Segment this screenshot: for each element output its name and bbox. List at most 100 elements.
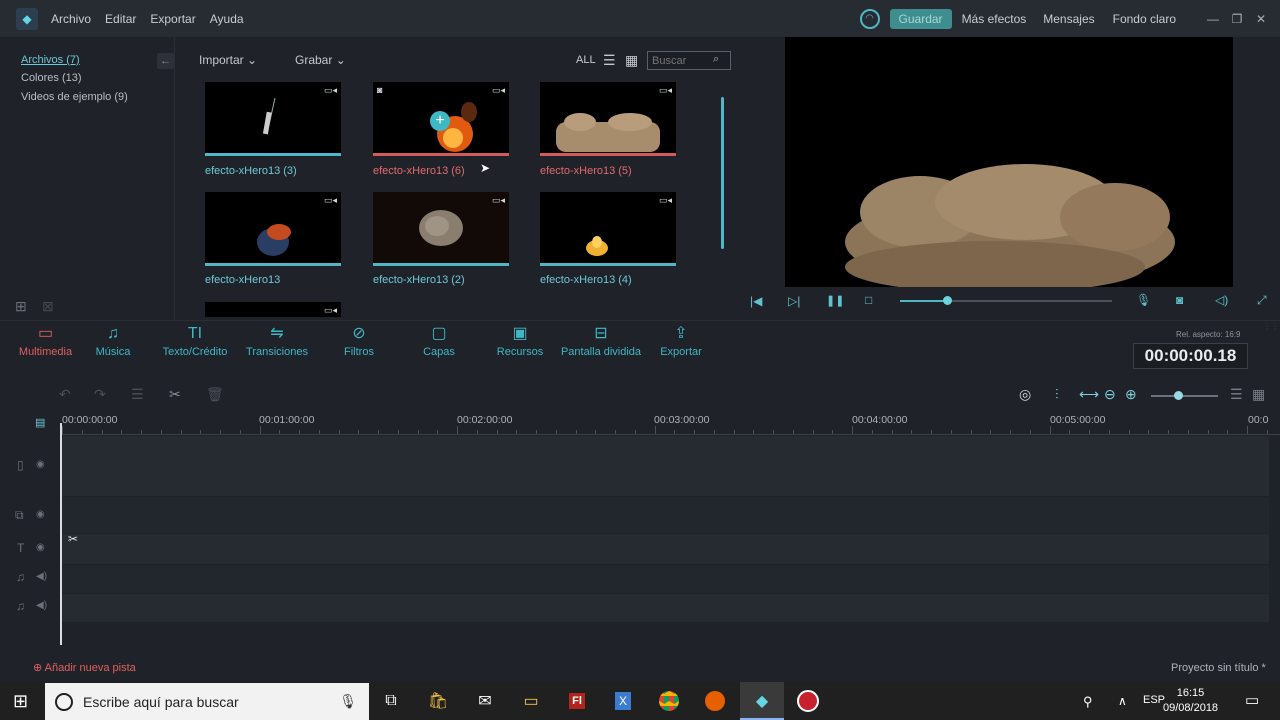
cut-icon[interactable]: ✂ (169, 386, 181, 403)
redo-icon[interactable]: ↷ (94, 386, 106, 403)
firefox-icon[interactable] (700, 686, 730, 716)
filter-all-button[interactable]: ALL (576, 54, 596, 66)
import-dropdown[interactable]: Importar ⌄ (199, 53, 257, 67)
menu-ayuda[interactable]: Ayuda (210, 12, 244, 26)
grid-layout-icon[interactable]: ▦ (1252, 386, 1265, 403)
people-icon[interactable]: ⚲ (1083, 694, 1093, 710)
messages-link[interactable]: Mensajes (1043, 12, 1094, 26)
menu-exportar[interactable]: Exportar (150, 12, 195, 26)
maximize-icon[interactable]: ❐ (1226, 12, 1248, 26)
pause-icon[interactable]: ❚❚ (826, 294, 844, 307)
account-icon[interactable]: ◠ (859, 8, 880, 29)
chrome-icon[interactable] (654, 686, 684, 716)
audio-mixer-icon[interactable]: ⫶ (1055, 386, 1059, 403)
playback-scrubber[interactable] (942, 296, 952, 305)
taskbar-clock[interactable]: 16:15 09/08/2018 (1163, 686, 1218, 716)
xcode-app-icon[interactable]: X (608, 686, 638, 716)
sidebar-item-colores[interactable]: Colores (13) (21, 72, 82, 84)
ruler-tick (871, 430, 873, 434)
overlay-track[interactable] (60, 497, 1269, 533)
windows-start-icon[interactable]: ⊞ (13, 691, 28, 712)
audio-track[interactable] (60, 565, 1269, 593)
zoom-slider-track[interactable] (1151, 395, 1218, 397)
media-thumbnail[interactable]: ▭◂ (205, 192, 341, 266)
recorder-icon[interactable] (793, 686, 823, 716)
mail-icon[interactable]: ✉ (470, 686, 500, 716)
flash-app-icon[interactable]: Fl (562, 686, 592, 716)
eye-icon[interactable]: ◉ (36, 509, 45, 520)
media-thumbnail[interactable]: ▭◂ (373, 192, 509, 266)
tab-transiciones[interactable]: ⇋ Transiciones (245, 326, 309, 359)
zoom-out-icon[interactable]: ⊖ (1104, 386, 1116, 403)
tab-capas[interactable]: ▢ Capas (420, 326, 458, 359)
save-button[interactable]: Guardar (889, 8, 952, 29)
task-view-icon[interactable]: ⧉ (376, 686, 406, 716)
media-thumbnail[interactable]: ▭◂ (540, 82, 676, 156)
more-effects-link[interactable]: Más efectos (962, 12, 1027, 26)
tab-musica[interactable]: ♫ Música (93, 326, 133, 359)
menu-archivo[interactable]: Archivo (51, 12, 91, 26)
snap-icon[interactable]: ▤ (35, 416, 45, 429)
fit-timeline-icon[interactable]: ⟷ (1079, 386, 1099, 403)
language-indicator[interactable]: ESP (1143, 694, 1165, 706)
tab-multimedia[interactable]: ▭ Multimedia (17, 326, 74, 359)
list-view-icon[interactable]: ☰ (603, 52, 616, 69)
media-thumbnail[interactable]: ◙ ▭◂ + (373, 82, 509, 156)
resize-grip-icon[interactable]: ⋮⋮ (1263, 322, 1279, 362)
fullscreen-icon[interactable]: ⤢ (1257, 293, 1267, 308)
tab-recursos[interactable]: ▣ Recursos (496, 326, 544, 359)
snapshot-icon[interactable]: ◙ (1176, 293, 1183, 307)
eye-icon[interactable]: ◉ (36, 459, 45, 470)
remove-folder-icon[interactable]: ⊠ (42, 298, 54, 315)
microphone-icon[interactable]: 🎙 (339, 693, 357, 710)
sidebar-item-archivos[interactable]: Archivos (7) (21, 54, 80, 66)
tab-pantalla-dividida[interactable]: ⊟ Pantalla dividida (560, 326, 642, 359)
zoom-in-icon[interactable]: ⊕ (1125, 386, 1137, 403)
adjust-icon[interactable]: ☰ (131, 386, 144, 403)
taskbar-search[interactable]: Escribe aquí para buscar 🎙 (45, 683, 369, 720)
add-to-timeline-icon[interactable]: + (430, 111, 450, 131)
step-forward-icon[interactable]: ▷| (788, 294, 800, 308)
light-theme-link[interactable]: Fondo claro (1113, 12, 1176, 26)
add-track-button[interactable]: ⊕ Añadir nueva pista (33, 661, 136, 674)
close-icon[interactable]: ✕ (1250, 12, 1272, 26)
video-track[interactable] (60, 436, 1269, 496)
menu-editar[interactable]: Editar (105, 12, 136, 26)
record-dropdown[interactable]: Grabar ⌄ (295, 53, 346, 67)
render-preview-icon[interactable]: ◎ (1019, 386, 1031, 403)
chevron-up-icon[interactable]: ∧ (1118, 694, 1127, 708)
media-thumbnail[interactable]: ▭◂ (540, 192, 676, 266)
speaker-icon[interactable]: ◀) (36, 600, 47, 611)
grid-view-icon[interactable]: ▦ (625, 52, 638, 69)
volume-icon[interactable]: ◁) (1215, 293, 1228, 307)
tab-filtros[interactable]: ⊘ Filtros (340, 326, 378, 359)
search-icon[interactable]: ⌕ (713, 53, 719, 66)
text-track[interactable] (60, 534, 1269, 564)
speaker-icon[interactable]: ◀) (36, 571, 47, 582)
filmora-icon[interactable]: ◆ (747, 686, 777, 716)
thumbnail-image (419, 210, 463, 246)
list-layout-icon[interactable]: ☰ (1230, 386, 1243, 403)
tab-exportar[interactable]: ⇪ Exportar (658, 326, 704, 359)
store-icon[interactable]: 🛍 (423, 686, 453, 716)
microphone-icon[interactable]: 🎙 (1136, 293, 1151, 307)
media-thumbnail[interactable]: ▭◂ (205, 82, 341, 156)
tab-texto-credito[interactable]: TI Texto/Crédito (160, 326, 230, 359)
delete-icon[interactable]: 🗑 (206, 386, 224, 403)
stop-icon[interactable]: □ (865, 293, 872, 307)
media-thumbnail[interactable]: ▭◂ (205, 302, 341, 317)
audio-track[interactable] (60, 594, 1269, 622)
undo-icon[interactable]: ↶ (59, 386, 71, 403)
media-scrollbar[interactable] (721, 97, 724, 249)
ruler-tick (1266, 430, 1268, 434)
add-folder-icon[interactable]: ⊞ (15, 298, 27, 315)
eye-icon[interactable]: ◉ (36, 542, 45, 553)
notifications-icon[interactable]: ▭ (1245, 691, 1259, 709)
file-explorer-icon[interactable]: ▭ (516, 686, 546, 716)
zoom-slider-knob[interactable] (1173, 391, 1183, 400)
back-arrow-icon[interactable]: ← (157, 53, 174, 69)
playhead[interactable] (60, 423, 62, 645)
sidebar-item-videos[interactable]: Videos de ejemplo (9) (21, 91, 128, 103)
minimize-icon[interactable]: — (1202, 12, 1224, 26)
skip-back-icon[interactable]: |◀ (750, 294, 762, 308)
